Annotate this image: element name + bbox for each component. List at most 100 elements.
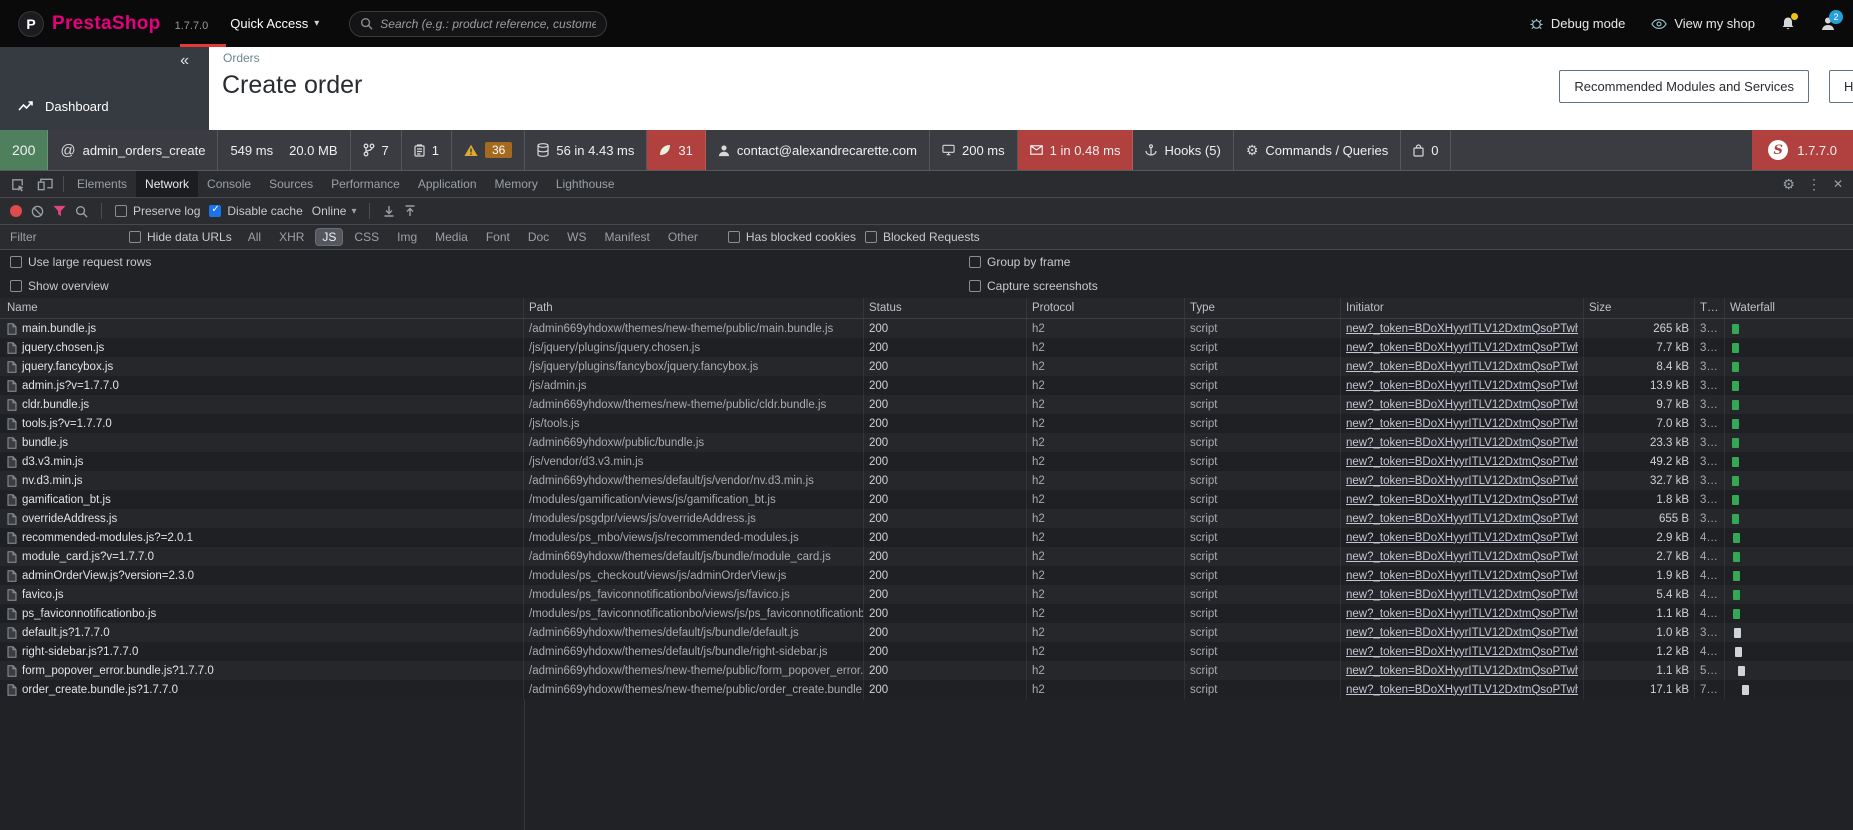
request-name-cell[interactable]: order_create.bundle.js?1.7.7.0 <box>0 680 524 699</box>
group-by-frame-checkbox[interactable] <box>969 256 981 268</box>
initiator-link[interactable]: new?_token=BDoXHyyrITLV12DxtmQsoPTwhyqgG… <box>1346 684 1578 696</box>
column-header-initiator[interactable]: Initiator <box>1341 298 1584 318</box>
clear-icon[interactable] <box>31 205 44 218</box>
request-name-cell[interactable]: favico.js <box>0 585 524 604</box>
hide-data-urls-checkbox[interactable] <box>129 231 141 243</box>
network-request-row[interactable]: d3.v3.min.js/js/vendor/d3.v3.min.js200h2… <box>0 452 1853 471</box>
prestashop-logo[interactable]: P PrestaShop 1.7.7.0 <box>18 11 208 37</box>
tab-performance[interactable]: Performance <box>322 171 409 197</box>
settings-gear-icon[interactable]: ⚙ <box>1782 176 1795 193</box>
profiler-symfony-version[interactable]: S 1.7.7.0 <box>1752 130 1853 170</box>
profiler-commands[interactable]: ⚙ Commands / Queries <box>1234 130 1401 170</box>
group-by-frame-toggle[interactable]: Group by frame <box>969 255 1070 269</box>
request-name-cell[interactable]: jquery.chosen.js <box>0 338 524 357</box>
profiler-forks[interactable]: 7 <box>351 130 402 170</box>
filter-type-js[interactable]: JS <box>315 228 343 246</box>
network-request-row[interactable]: default.js?1.7.7.0/admin669yhdoxw/themes… <box>0 623 1853 642</box>
initiator-link[interactable]: new?_token=BDoXHyyrITLV12DxtmQsoPTwhyqgG… <box>1346 494 1578 506</box>
network-request-row[interactable]: module_card.js?v=1.7.7.0/admin669yhdoxw/… <box>0 547 1853 566</box>
import-har-icon[interactable] <box>383 205 395 217</box>
request-name-cell[interactable]: ps_faviconnotificationbo.js <box>0 604 524 623</box>
profiler-user[interactable]: contact@alexandrecarette.com <box>706 130 930 170</box>
profiler-hooks[interactable]: Hooks (5) <box>1133 130 1233 170</box>
initiator-link[interactable]: new?_token=BDoXHyyrITLV12DxtmQsoPTwhyqgG… <box>1346 627 1578 639</box>
profiler-db-queries[interactable]: 56 in 4.43 ms <box>525 130 647 170</box>
tab-sources[interactable]: Sources <box>260 171 322 197</box>
request-name-cell[interactable]: gamification_bt.js <box>0 490 524 509</box>
blocked-requests-toggle[interactable]: Blocked Requests <box>865 230 980 244</box>
profiler-status-badge[interactable]: 200 <box>0 130 48 170</box>
network-request-row[interactable]: jquery.chosen.js/js/jquery/plugins/jquer… <box>0 338 1853 357</box>
tab-memory[interactable]: Memory <box>486 171 547 197</box>
initiator-link[interactable]: new?_token=BDoXHyyrITLV12DxtmQsoPTwhyqgG… <box>1346 342 1578 354</box>
network-request-row[interactable]: nv.d3.min.js/admin669yhdoxw/themes/defau… <box>0 471 1853 490</box>
network-request-row[interactable]: tools.js?v=1.7.7.0/js/tools.js200h2scrip… <box>0 414 1853 433</box>
column-header-name[interactable]: Name <box>0 298 524 318</box>
initiator-link[interactable]: new?_token=BDoXHyyrITLV12DxtmQsoPTwhyqgG… <box>1346 323 1578 335</box>
debug-mode-toggle[interactable]: Debug mode <box>1529 16 1625 31</box>
show-overview-toggle[interactable]: Show overview <box>10 279 109 293</box>
request-name-cell[interactable]: recommended-modules.js?=2.0.1 <box>0 528 524 547</box>
initiator-link[interactable]: new?_token=BDoXHyyrITLV12DxtmQsoPTwhyqgG… <box>1346 665 1578 677</box>
column-header-path[interactable]: Path <box>524 298 864 318</box>
column-header-t[interactable]: T… <box>1695 298 1725 318</box>
view-my-shop-link[interactable]: View my shop <box>1651 16 1755 31</box>
request-name-cell[interactable]: form_popover_error.bundle.js?1.7.7.0 <box>0 661 524 680</box>
close-devtools-icon[interactable]: ✕ <box>1833 177 1843 191</box>
initiator-link[interactable]: new?_token=BDoXHyyrITLV12DxtmQsoPTwhyqgG… <box>1346 532 1578 544</box>
request-name-cell[interactable]: nv.d3.min.js <box>0 471 524 490</box>
network-request-row[interactable]: adminOrderView.js?version=2.3.0/modules/… <box>0 566 1853 585</box>
network-request-row[interactable]: main.bundle.js/admin669yhdoxw/themes/new… <box>0 319 1853 338</box>
column-header-protocol[interactable]: Protocol <box>1027 298 1185 318</box>
profiler-twig-errors[interactable]: 31 <box>647 130 705 170</box>
request-name-cell[interactable]: default.js?1.7.7.0 <box>0 623 524 642</box>
network-request-row[interactable]: overrideAddress.js/modules/psgdpr/views/… <box>0 509 1853 528</box>
capture-screenshots-toggle[interactable]: Capture screenshots <box>969 279 1098 293</box>
kebab-menu-icon[interactable]: ⋮ <box>1807 176 1821 193</box>
search-input[interactable] <box>380 17 596 31</box>
tab-application[interactable]: Application <box>409 171 486 197</box>
throttling-select[interactable]: Online ▾ <box>312 204 357 218</box>
preserve-log-checkbox[interactable] <box>115 205 127 217</box>
request-name-cell[interactable]: module_card.js?v=1.7.7.0 <box>0 547 524 566</box>
initiator-link[interactable]: new?_token=BDoXHyyrITLV12DxtmQsoPTwhyqgG… <box>1346 551 1578 563</box>
profiler-messenger[interactable]: 1 in 0.48 ms <box>1018 130 1134 170</box>
initiator-link[interactable]: new?_token=BDoXHyyrITLV12DxtmQsoPTwhyqgG… <box>1346 399 1578 411</box>
filter-type-img[interactable]: Img <box>390 228 424 246</box>
quick-access-menu[interactable]: Quick Access ▾ <box>230 16 319 31</box>
request-name-cell[interactable]: main.bundle.js <box>0 319 524 338</box>
filter-type-all[interactable]: All <box>241 228 268 246</box>
filter-input[interactable] <box>10 230 120 244</box>
column-header-status[interactable]: Status <box>864 298 1027 318</box>
filter-type-other[interactable]: Other <box>661 228 705 246</box>
request-name-cell[interactable]: adminOrderView.js?version=2.3.0 <box>0 566 524 585</box>
filter-type-font[interactable]: Font <box>479 228 517 246</box>
network-request-row[interactable]: bundle.js/admin669yhdoxw/public/bundle.j… <box>0 433 1853 452</box>
column-header-type[interactable]: Type <box>1185 298 1341 318</box>
request-name-cell[interactable]: overrideAddress.js <box>0 509 524 528</box>
initiator-link[interactable]: new?_token=BDoXHyyrITLV12DxtmQsoPTwhyqgG… <box>1346 361 1578 373</box>
filter-type-ws[interactable]: WS <box>560 228 593 246</box>
network-request-row[interactable]: gamification_bt.js/modules/gamification/… <box>0 490 1853 509</box>
initiator-link[interactable]: new?_token=BDoXHyyrITLV12DxtmQsoPTwhyqgG… <box>1346 456 1578 468</box>
network-request-row[interactable]: recommended-modules.js?=2.0.1/modules/ps… <box>0 528 1853 547</box>
profiler-performance[interactable]: 549 ms 20.0 MB <box>218 130 350 170</box>
network-request-row[interactable]: order_create.bundle.js?1.7.7.0/admin669y… <box>0 680 1853 699</box>
initiator-link[interactable]: new?_token=BDoXHyyrITLV12DxtmQsoPTwhyqgG… <box>1346 589 1578 601</box>
disable-cache-toggle[interactable]: Disable cache <box>209 204 302 218</box>
network-request-row[interactable]: ps_faviconnotificationbo.js/modules/ps_f… <box>0 604 1853 623</box>
network-request-row[interactable]: favico.js/modules/ps_faviconnotification… <box>0 585 1853 604</box>
export-har-icon[interactable] <box>404 205 416 217</box>
column-header-waterfall[interactable]: Waterfall <box>1725 298 1853 318</box>
sidebar-collapse-button[interactable]: « <box>180 52 189 70</box>
initiator-link[interactable]: new?_token=BDoXHyyrITLV12DxtmQsoPTwhyqgG… <box>1346 380 1578 392</box>
notifications-button[interactable] <box>1781 16 1795 31</box>
initiator-link[interactable]: new?_token=BDoXHyyrITLV12DxtmQsoPTwhyqgG… <box>1346 646 1578 658</box>
column-header-size[interactable]: Size <box>1584 298 1695 318</box>
capture-screenshots-checkbox[interactable] <box>969 280 981 292</box>
filter-funnel-icon[interactable] <box>53 205 66 217</box>
profiler-warnings[interactable]: 36 <box>452 130 525 170</box>
profiler-forms[interactable]: 1 <box>402 130 452 170</box>
device-toolbar-icon[interactable] <box>31 177 59 191</box>
request-name-cell[interactable]: right-sidebar.js?1.7.7.0 <box>0 642 524 661</box>
